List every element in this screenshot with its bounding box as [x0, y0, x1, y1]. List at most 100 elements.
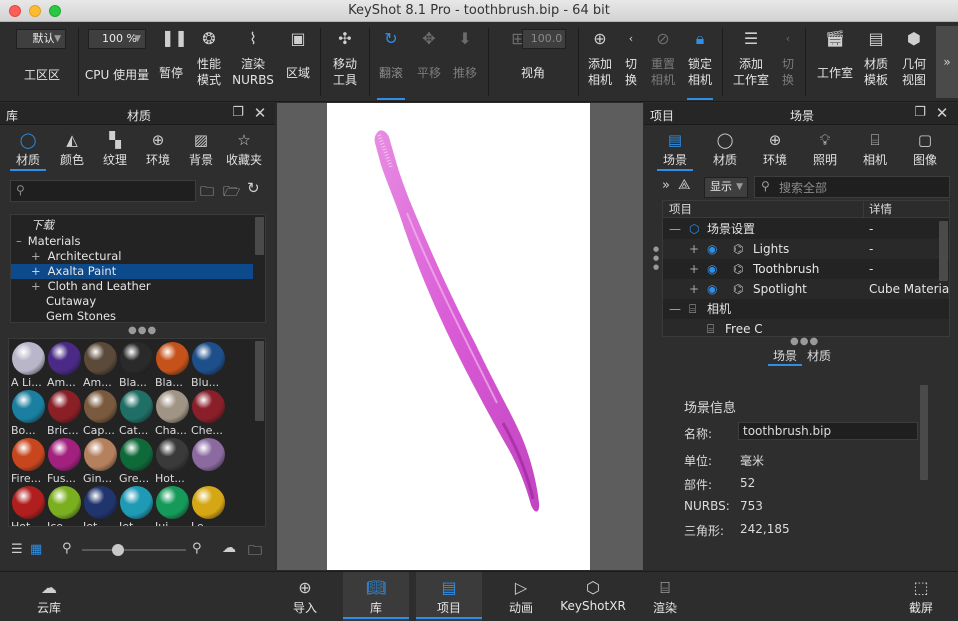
expand-icon[interactable]: + [31, 279, 41, 293]
switch-studio-button[interactable]: ‹ 切 换 [775, 22, 801, 102]
expand-all-icon[interactable]: » [662, 178, 670, 193]
tab-environment[interactable]: ⊕ 环境 [753, 127, 797, 171]
swatch-scrollbar[interactable] [255, 341, 264, 421]
library-search-input[interactable]: ⚲ [10, 180, 196, 202]
material-swatch[interactable] [192, 486, 225, 519]
material-swatch[interactable] [48, 342, 81, 375]
scene-scrollbar[interactable] [939, 221, 948, 281]
lock-camera-button[interactable]: 🔒︎ 锁定 相机 [683, 22, 717, 102]
material-swatch[interactable] [12, 390, 45, 423]
tab-textures[interactable]: ▚ 纹理 [93, 127, 137, 171]
tab-lighting[interactable]: 💡︎ 照明 [803, 127, 847, 171]
pause-button[interactable]: ❚❚ 暂停 [153, 22, 189, 102]
render-canvas[interactable] [327, 103, 590, 570]
keyshotxr-button[interactable]: ⬡ KeyShotXR [558, 572, 628, 621]
cloud-library-button[interactable]: ☁ 云库 [26, 572, 72, 621]
tab-scene[interactable]: ▤ 场景 [653, 127, 697, 171]
material-swatch[interactable] [48, 438, 81, 471]
expand-icon[interactable]: + [689, 279, 699, 299]
geometry-view-button[interactable]: ⬢ 几何 视图 [896, 22, 932, 102]
visibility-eye-icon[interactable]: ◉ [707, 259, 717, 279]
slider-thumb[interactable] [112, 544, 124, 556]
collapse-icon[interactable]: — [669, 219, 681, 239]
move-tool-button[interactable]: ✣ 移动 工具 [325, 22, 365, 102]
expand-icon[interactable]: + [689, 259, 699, 279]
tree-item-cloth-leather[interactable]: + Cloth and Leather [11, 279, 253, 294]
expand-icon[interactable]: + [689, 239, 699, 259]
render-button[interactable]: ⌸ 渲染 [642, 572, 688, 621]
info-scrollbar[interactable] [920, 385, 928, 480]
cpu-usage-dropdown[interactable]: 100 % ▼ [88, 29, 146, 49]
tab-materials[interactable]: ◯ 材质 [6, 127, 50, 171]
expand-icon[interactable]: + [31, 264, 41, 278]
material-swatch[interactable] [120, 390, 153, 423]
close-window-button[interactable] [9, 5, 21, 17]
workspace-dropdown[interactable]: 默认 ▼ [16, 29, 66, 49]
zoom-out-icon[interactable]: ⚲ [62, 541, 72, 556]
material-swatch[interactable] [84, 342, 117, 375]
material-swatch[interactable] [156, 486, 189, 519]
grid-view-icon[interactable]: ▦ [30, 542, 42, 557]
material-swatch[interactable] [192, 342, 225, 375]
material-swatch[interactable] [48, 390, 81, 423]
undock-icon[interactable]: ❐ [230, 105, 246, 121]
material-swatch[interactable] [48, 486, 81, 519]
resize-handle[interactable]: ●●● [652, 245, 660, 272]
subtab-scene[interactable]: 场景 [768, 346, 802, 366]
material-swatch[interactable] [192, 390, 225, 423]
material-swatch[interactable] [120, 486, 153, 519]
tab-backplates[interactable]: ▨ 背景 [179, 127, 223, 171]
undock-icon[interactable]: ❐ [912, 105, 928, 121]
material-template-button[interactable]: ▤ 材质 模板 [858, 22, 894, 102]
tab-environments[interactable]: ⊕ 环境 [136, 127, 180, 171]
zoom-window-button[interactable] [49, 5, 61, 17]
tree-item-materials[interactable]: – Materials [11, 234, 253, 249]
ribbon-more-button[interactable]: » [936, 26, 958, 98]
render-nurbs-button[interactable]: ⌇ 渲染 NURBS [230, 22, 276, 102]
tab-camera[interactable]: ⌸ 相机 [853, 127, 897, 171]
tree-item-cutaway[interactable]: Cutaway [11, 294, 253, 309]
animation-button[interactable]: ▷ 动画 [498, 572, 544, 621]
list-view-icon[interactable]: ☰ [11, 542, 23, 557]
material-swatch[interactable] [156, 390, 189, 423]
tab-image[interactable]: ▢ 图像 [903, 127, 947, 171]
material-swatch[interactable] [156, 342, 189, 375]
display-dropdown[interactable]: 显示 ▼ [704, 177, 748, 198]
minimize-window-button[interactable] [29, 5, 41, 17]
material-swatch[interactable] [120, 342, 153, 375]
tree-scrollbar[interactable] [255, 217, 264, 255]
folder-icon[interactable]: 🗀 [248, 540, 262, 564]
switch-camera-button[interactable]: ‹ 切 换 [618, 22, 644, 102]
tree-item-architectural[interactable]: + Architectural [11, 249, 253, 264]
scene-row-free-camera[interactable]: ⌸ Free C [663, 319, 949, 336]
add-camera-button[interactable]: ⊕ 添加 相机 [582, 22, 618, 102]
subtab-material[interactable]: 材质 [802, 346, 836, 366]
thumbnail-size-slider[interactable] [82, 549, 186, 551]
tree-item-downloads[interactable]: 下载 [11, 218, 253, 233]
material-swatch[interactable] [12, 342, 45, 375]
visibility-eye-icon[interactable]: ◉ [707, 279, 717, 299]
tab-favorites[interactable]: ☆ 收藏夹 [222, 127, 266, 171]
library-toggle-button[interactable]: 📖︎ 库 [343, 572, 409, 621]
scene-row-lights[interactable]: + ◉ ⌬ Lights - [663, 239, 949, 259]
pan-button[interactable]: ✥ 平移 [411, 22, 447, 102]
add-studio-button[interactable]: ☰ 添加 工作室 [728, 22, 774, 102]
visibility-eye-icon[interactable]: ◉ [707, 239, 717, 259]
scene-search-input[interactable]: ⚲ 搜索全部 [754, 176, 950, 198]
tree-item-axalta-paint[interactable]: + Axalta Paint [11, 264, 253, 279]
zoom-in-icon[interactable]: ⚲ [192, 541, 202, 556]
scene-row-camera[interactable]: — ⌸ 相机 [663, 299, 949, 319]
material-swatch[interactable] [156, 438, 189, 471]
region-button[interactable]: ▣ 区域 [280, 22, 316, 102]
collapse-icon[interactable]: — [669, 299, 681, 319]
material-swatch[interactable] [84, 390, 117, 423]
render-viewport[interactable] [277, 103, 643, 570]
material-swatch[interactable] [120, 438, 153, 471]
performance-mode-button[interactable]: ❂ 性能 模式 [191, 22, 227, 102]
material-swatch[interactable] [12, 438, 45, 471]
scene-row-scene-setup[interactable]: — ⬡ 场景设置 - [663, 219, 949, 239]
tumble-button[interactable]: ↻ 翻滚 [373, 22, 409, 102]
studio-button[interactable]: 🎬︎ 工作室 [812, 22, 858, 102]
reset-camera-button[interactable]: ⊘ 重置 相机 [644, 22, 682, 102]
collapse-icon[interactable]: – [16, 234, 22, 248]
